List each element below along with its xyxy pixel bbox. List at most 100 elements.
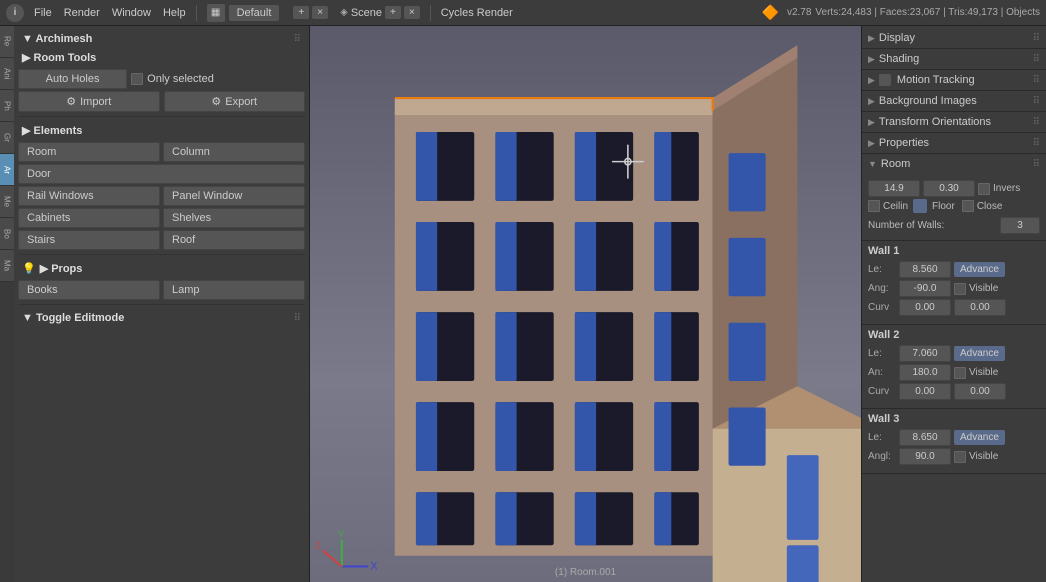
bg-images-section: ▶ Background Images ⠿ (862, 91, 1046, 112)
transform-header[interactable]: ▶ Transform Orientations ⠿ (862, 112, 1046, 132)
tr-more: ⠿ (1033, 117, 1040, 128)
wall3-le-value[interactable] (899, 429, 951, 446)
wall1-curv-val2[interactable] (954, 299, 1006, 316)
wall2-visible-label: Visible (969, 367, 998, 378)
wall1-visible-checkbox[interactable] (954, 283, 966, 295)
close-label: Close (977, 201, 1003, 212)
properties-header[interactable]: ▶ Properties ⠿ (862, 133, 1046, 153)
ceilin-checkbox[interactable] (868, 200, 880, 212)
element-btns4: Cabinets Shelves (18, 208, 305, 228)
wall1-le-value[interactable] (899, 261, 951, 278)
side-tab-re[interactable]: Re (0, 26, 14, 58)
side-tab-manuelb[interactable]: Ma (0, 250, 14, 282)
wall1-curv-val1[interactable] (899, 299, 951, 316)
menu-window[interactable]: Window (112, 7, 151, 19)
bg-images-header[interactable]: ▶ Background Images ⠿ (862, 91, 1046, 111)
wall3-ang-value[interactable] (899, 448, 951, 465)
auto-holes-btn[interactable]: Auto Holes (18, 69, 127, 89)
display-title: ▶ Display (868, 32, 915, 44)
wall2-section: Wall 2 Le: Advance An: Visible Curv (862, 325, 1046, 409)
top-menu[interactable]: File Render Window Help (34, 7, 186, 19)
wall2-curv-val1[interactable] (899, 383, 951, 400)
room-title-row: ▼ Room (868, 158, 910, 170)
floor-label: Floor (932, 201, 955, 212)
blender-logo: 🔶 (762, 4, 779, 21)
wall1-advance-btn[interactable]: Advance (954, 262, 1005, 277)
room-val1[interactable] (868, 180, 920, 197)
num-walls-value[interactable] (1000, 217, 1040, 234)
wall2-le-value[interactable] (899, 345, 951, 362)
wall2-advance-btn[interactable]: Advance (954, 346, 1005, 361)
display-header[interactable]: ▶ Display ⠿ (862, 28, 1046, 48)
wall2-visible-checkbox[interactable] (954, 367, 966, 379)
side-tab-mea[interactable]: Me (0, 186, 14, 218)
room-vals-row: Invers (868, 180, 1040, 197)
rail-windows-btn[interactable]: Rail Windows (18, 186, 160, 206)
wall2-le-row: Le: Advance (868, 345, 1040, 362)
roof-btn[interactable]: Roof (163, 230, 305, 250)
side-tab-ph[interactable]: Ph (0, 90, 14, 122)
room-header[interactable]: ▼ Room ⠿ (862, 154, 1046, 174)
blender-icon: i (6, 4, 24, 22)
export-icon: ⚙ (211, 95, 221, 108)
add-scene-btn[interactable]: + (293, 6, 309, 19)
mt-icon (879, 74, 891, 86)
motion-tracking-title: ▶ Motion Tracking (868, 74, 975, 86)
wall3-advance-btn[interactable]: Advance (954, 430, 1005, 445)
shading-tri: ▶ (868, 54, 875, 65)
import-btn[interactable]: ⚙ Import (18, 91, 160, 112)
archimesh-more: ⠿ (294, 34, 301, 45)
wall1-ang-value[interactable] (899, 280, 951, 297)
add-scene2-btn[interactable]: + (385, 6, 401, 19)
export-label: Export (225, 96, 257, 108)
panel-window-btn[interactable]: Panel Window (163, 186, 305, 206)
display-section: ▶ Display ⠿ (862, 28, 1046, 49)
main-layout: Re Ani Ph Gr Ar Me Bo Ma ▼ Archimesh ⠿ ▶… (0, 26, 1046, 582)
close-scene-btn[interactable]: × (312, 6, 328, 19)
num-walls-label: Number of Walls: (868, 220, 944, 231)
divider (196, 5, 197, 21)
viewport[interactable]: User Ortho (310, 26, 861, 582)
column-btn[interactable]: Column (163, 142, 305, 162)
wall1-title: Wall 1 (868, 245, 1040, 257)
wall2-ang-row: An: Visible (868, 364, 1040, 381)
building-svg: X Y Z (310, 26, 861, 582)
room-btn[interactable]: Room (18, 142, 160, 162)
side-tab-greas[interactable]: Gr (0, 122, 14, 154)
side-tab-arch[interactable]: Ar (0, 154, 14, 186)
menu-render[interactable]: Render (64, 7, 100, 19)
side-tab-ani[interactable]: Ani (0, 58, 14, 90)
wall2-ang-label: An: (868, 367, 896, 378)
close-scene2-btn[interactable]: × (404, 6, 420, 19)
import-label: Import (80, 96, 111, 108)
menu-help[interactable]: Help (163, 7, 186, 19)
export-btn[interactable]: ⚙ Export (164, 91, 306, 112)
only-selected-checkbox[interactable] (131, 73, 143, 85)
import-export-row: ⚙ Import ⚙ Export (18, 91, 305, 112)
mode-selector[interactable]: Default (229, 5, 280, 21)
door-btn[interactable]: Door (18, 164, 305, 184)
wall2-ang-value[interactable] (899, 364, 951, 381)
shelves-btn[interactable]: Shelves (163, 208, 305, 228)
wall2-curv-val2[interactable] (954, 383, 1006, 400)
ceilin-label: Ceilin (883, 201, 908, 212)
side-tab-bool[interactable]: Bo (0, 218, 14, 250)
cabinets-btn[interactable]: Cabinets (18, 208, 160, 228)
wall2-le-label: Le: (868, 348, 896, 359)
bg-tri: ▶ (868, 96, 875, 107)
floor-toggle-icon (913, 199, 927, 213)
wall3-visible-checkbox[interactable] (954, 451, 966, 463)
motion-tracking-header[interactable]: ▶ Motion Tracking ⠿ (862, 70, 1046, 90)
books-btn[interactable]: Books (18, 280, 160, 300)
element-btns2: Door (18, 164, 305, 184)
shading-header[interactable]: ▶ Shading ⠿ (862, 49, 1046, 69)
menu-file[interactable]: File (34, 7, 52, 19)
room-val2[interactable] (923, 180, 975, 197)
wall1-ang-row: Ang: Visible (868, 280, 1040, 297)
close-checkbox[interactable] (962, 200, 974, 212)
invers-checkbox[interactable] (978, 183, 990, 195)
stairs-btn[interactable]: Stairs (18, 230, 160, 250)
lamp-btn[interactable]: Lamp (163, 280, 305, 300)
pr-tri: ▶ (868, 138, 875, 149)
only-selected-row: Only selected (131, 73, 214, 85)
